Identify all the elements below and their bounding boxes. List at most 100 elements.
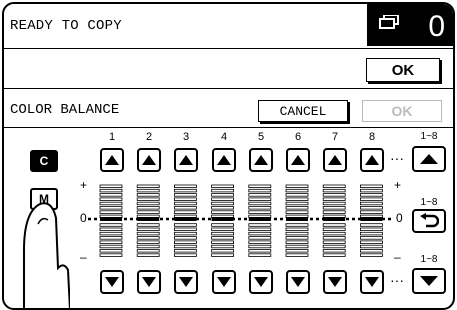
scale-segment	[359, 240, 383, 244]
scale-segment	[285, 240, 309, 244]
scale-segment	[285, 188, 309, 193]
column-up-button[interactable]	[323, 148, 347, 172]
scale-segment	[285, 244, 309, 249]
plus-marker: +	[80, 178, 88, 192]
triangle-up-icon	[142, 155, 156, 165]
scale-segment	[136, 184, 160, 188]
triangle-up-icon	[291, 155, 305, 165]
scale-segment	[136, 210, 160, 214]
scale-segment	[322, 236, 346, 240]
column-up-button[interactable]	[360, 148, 384, 172]
column-down-button[interactable]	[100, 270, 124, 294]
column-number: 7	[331, 131, 339, 143]
triangle-up-icon	[365, 155, 379, 165]
scale-segment	[136, 244, 160, 249]
column-down-button[interactable]	[323, 270, 347, 294]
scale-segment	[174, 231, 197, 236]
column-up-button[interactable]	[100, 148, 124, 172]
copy-stack-icon	[379, 15, 399, 29]
scale-segment	[248, 223, 272, 227]
scale-segment	[174, 249, 197, 253]
reset-label: 1~8	[420, 197, 438, 208]
column-up-button[interactable]	[174, 148, 198, 172]
scale-segment	[322, 253, 346, 257]
scale-segment	[285, 236, 309, 240]
scale-segment	[322, 249, 346, 253]
divider	[4, 48, 453, 49]
scale-segment	[285, 197, 309, 201]
column-up-button[interactable]	[286, 148, 310, 172]
down-all-label: 1~8	[420, 254, 438, 265]
triangle-up-icon	[420, 154, 438, 164]
minus-marker: –	[80, 250, 87, 264]
scale-segment	[136, 223, 160, 227]
column-number: 2	[145, 131, 153, 143]
scale-segment	[211, 197, 234, 201]
triangle-down-icon	[420, 276, 438, 286]
scale-segment	[285, 201, 309, 206]
scale-segment	[248, 197, 272, 201]
triangle-down-icon	[217, 277, 231, 287]
scale-segment	[248, 201, 272, 206]
column-down-button[interactable]	[249, 270, 273, 294]
column-down-button[interactable]	[137, 270, 161, 294]
up-all-button[interactable]	[412, 146, 446, 172]
reset-button[interactable]	[412, 209, 446, 233]
triangle-up-icon	[328, 155, 342, 165]
copy-count: 0	[428, 10, 445, 43]
panel-ok-button[interactable]: OK	[362, 100, 442, 122]
triangle-up-icon	[217, 155, 231, 165]
scale-segment	[174, 184, 197, 188]
column-number: 5	[257, 131, 265, 143]
ok-button[interactable]: OK	[366, 58, 440, 82]
column-down-button[interactable]	[360, 270, 384, 294]
scale-segment	[248, 236, 272, 240]
scale-segment	[211, 236, 234, 240]
triangle-down-icon	[365, 277, 379, 287]
scale-center-mark	[286, 217, 308, 221]
scale-segment	[99, 201, 123, 206]
scale-segment	[99, 210, 123, 214]
scale-center-mark	[174, 217, 197, 221]
scale-center-mark	[100, 217, 122, 221]
scale-segment	[211, 240, 234, 244]
scale-segment	[211, 223, 234, 227]
scale-segment	[174, 244, 197, 249]
column-up-button[interactable]	[249, 148, 273, 172]
down-all-button[interactable]	[412, 268, 446, 294]
zero-marker-right: 0	[396, 211, 403, 225]
minus-marker-right: –	[394, 250, 401, 264]
scale-segment	[174, 188, 197, 193]
cancel-button[interactable]: CANCEL	[258, 100, 348, 122]
column-up-button[interactable]	[212, 148, 236, 172]
scale-segment	[211, 184, 234, 188]
scale-center-mark	[360, 217, 383, 221]
column-number: 3	[182, 131, 190, 143]
column-down-button[interactable]	[286, 270, 310, 294]
scale-segment	[136, 227, 160, 231]
scale-segment	[285, 253, 309, 257]
column-down-button[interactable]	[212, 270, 236, 294]
scale-segment	[136, 253, 160, 257]
scale-segment	[174, 193, 197, 197]
scale-segment	[285, 206, 309, 210]
scale-segment	[136, 197, 160, 201]
scale-segment	[248, 249, 272, 253]
scale-segment	[322, 227, 346, 231]
scale-segment	[99, 223, 123, 227]
scale-segment	[99, 184, 123, 188]
scale-segment	[322, 210, 346, 214]
column-down-button[interactable]	[174, 270, 198, 294]
scale-segment	[322, 244, 346, 249]
status-message: READY TO COPY	[10, 18, 122, 34]
color-tab-c[interactable]: C	[30, 150, 58, 172]
balance-scale	[88, 184, 394, 257]
scale-segment	[99, 188, 123, 193]
scale-segment	[99, 197, 123, 201]
column-number: 6	[294, 131, 302, 143]
scale-segment	[285, 231, 309, 236]
up-ellipsis: ···	[390, 150, 404, 166]
scale-segment	[322, 223, 346, 227]
scale-segment	[359, 193, 383, 197]
column-up-button[interactable]	[137, 148, 161, 172]
